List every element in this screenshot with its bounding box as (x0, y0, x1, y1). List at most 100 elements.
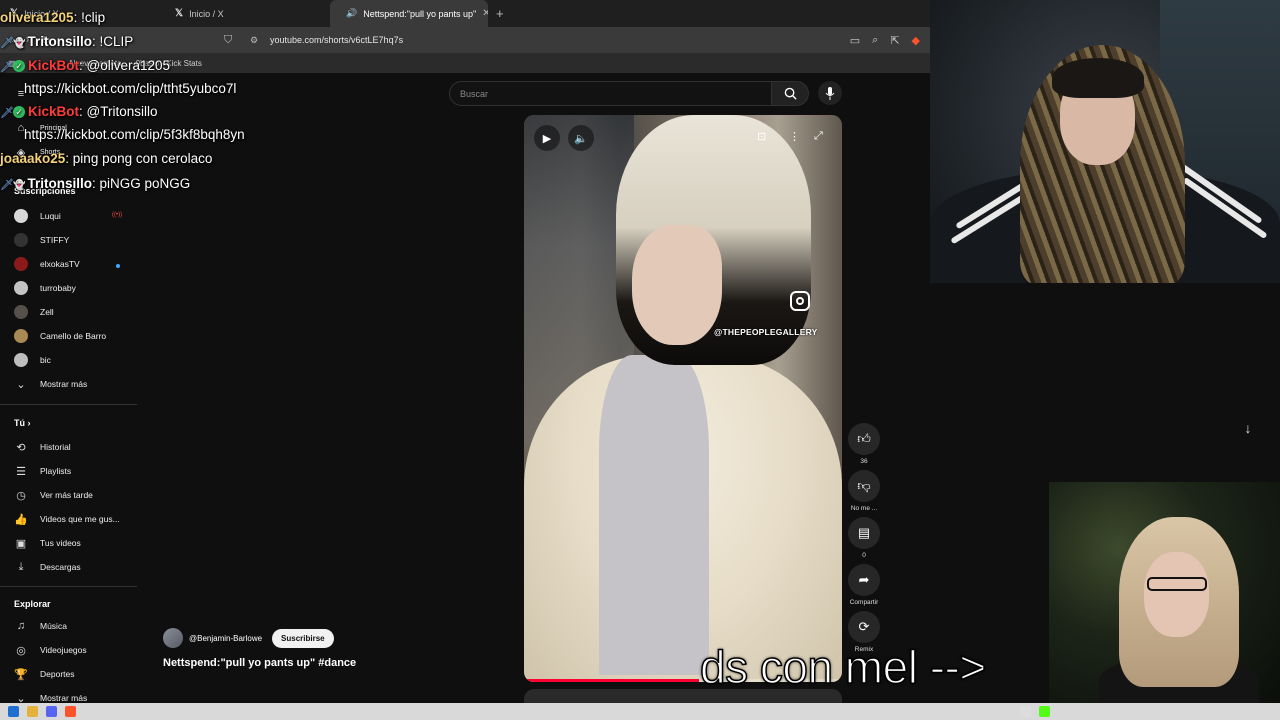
sidebar-item-watch-later[interactable]: ◷ Ver más tarde (14, 486, 93, 504)
address-bar: ‹ › ↻ ⛉ ⚙ youtube.com/shorts/v6ctLE7hq7s… (0, 27, 930, 53)
tab-x-2[interactable]: 𝕏 Inicio / X (165, 0, 330, 27)
sidebar-item-downloads[interactable]: ⤓ Descargas (14, 558, 81, 576)
youtube-page: ≡ ⌂ Principal ◈ Shorts Suscripciones Luq… (0, 73, 930, 705)
more-options-icon[interactable]: ⋮ (789, 130, 800, 143)
sidebar-item-camello[interactable]: Camello de Barro (14, 327, 106, 345)
search-button[interactable] (771, 81, 809, 106)
screen: 𝕏 Inicio / X 𝕏 Inicio / X 🔊 Nettspend:"p… (0, 0, 1280, 720)
sidebar-item-stiffy[interactable]: STIFFY (14, 231, 69, 249)
start-icon[interactable] (8, 706, 19, 717)
chat-text: : ping pong con cerolaco (65, 151, 213, 166)
short-video-player[interactable]: @THEPEOPLEGALLERY ▶ 🔈 ⊡ ⋮ ⤢ (524, 115, 842, 682)
sidebar: ≡ ⌂ Principal ◈ Shorts Suscripciones Luq… (0, 73, 140, 705)
comments-button[interactable]: ▤ 0 (846, 517, 882, 559)
tray-icon[interactable] (1020, 706, 1031, 717)
play-button[interactable]: ▶ (534, 125, 560, 151)
chevron-down-icon: ⌄ (16, 378, 26, 391)
captions-icon[interactable]: ⊡ (757, 130, 766, 143)
sidebar-item-label: Deportes (40, 669, 75, 679)
sidebar-item-playlists[interactable]: ☰ Playlists (14, 462, 71, 480)
sidebar-item-your-videos[interactable]: ▣ Tus videos (14, 534, 81, 552)
dislike-button[interactable]: 👎︎ No me ... (846, 470, 882, 512)
chat-username: Tritonsillo (27, 34, 92, 49)
search-icon (784, 87, 797, 100)
comment-icon: ▤ (857, 525, 871, 540)
mute-button[interactable]: 🔈 (568, 125, 594, 151)
new-content-dot (116, 264, 120, 268)
chat-text: https://kickbot.com/clip/ttht5yubco7l (24, 81, 237, 96)
chat-text: https://kickbot.com/clip/5f3kf8bqh8yn (24, 127, 245, 142)
sidebar-item-label: Tus videos (40, 538, 81, 548)
playlist-icon: ☰ (16, 465, 26, 478)
search-placeholder: Buscar (460, 89, 489, 99)
chat-text: : @olivera1205 (79, 58, 171, 73)
sidebar-item-label: Luqui (40, 211, 61, 221)
sidebar-item-label: Mostrar más (40, 379, 88, 389)
sword-badge-icon: 🗡 (0, 179, 14, 191)
chat-username: KickBot (28, 104, 80, 119)
sidebar-item-history[interactable]: ⟲ Historial (14, 438, 70, 456)
sidebar-item-liked[interactable]: 👍 Videos que me gus... (14, 510, 120, 528)
folder-icon[interactable] (27, 706, 38, 717)
show-more-subscriptions[interactable]: ⌄ Mostrar más (14, 375, 87, 393)
chat-message: 🗡✓ KickBot: @olivera1205 (0, 58, 170, 73)
discord-icon[interactable] (46, 706, 57, 717)
arrow-down-icon: ↓ (1244, 420, 1252, 436)
fullscreen-icon[interactable]: ⤢ (814, 130, 823, 143)
chat-username: KickBot (28, 58, 80, 73)
speaker-icon: 🔈 (574, 132, 588, 145)
brave-icon[interactable] (65, 706, 76, 717)
dislike-label: No me ... (850, 505, 878, 512)
url-field[interactable]: youtube.com/shorts/v6ctLE7hq7s (270, 35, 403, 45)
ghost-badge-icon: 👻 (13, 180, 26, 191)
download-icon: ⤓ (18, 560, 24, 573)
new-tab-button[interactable]: + (488, 6, 512, 21)
history-icon: ⟲ (16, 441, 26, 454)
tab-label: Inicio / X (189, 8, 224, 19)
webcam-hair (1052, 58, 1144, 98)
site-info-icon[interactable]: ⚙ (250, 35, 258, 46)
sidebar-item-zell[interactable]: Zell (14, 303, 54, 321)
you-section-title[interactable]: Tú › (14, 418, 31, 428)
sidebar-item-gaming[interactable]: ◎ Videojuegos (14, 641, 86, 659)
trophy-icon: 🏆 (14, 668, 28, 681)
sword-badge-icon: 🗡 (0, 37, 14, 49)
verified-badge-icon: ✓ (13, 106, 25, 118)
chat-message: 🗡👻 Tritonsillo: piNGG poNGG (0, 176, 190, 191)
bookmark-icon[interactable]: ⛉ (224, 34, 232, 47)
like-button[interactable]: 👍︎ 36 (846, 423, 882, 465)
explore-title: Explorar (14, 599, 51, 609)
gamepad-icon: ◎ (16, 644, 26, 657)
sidebar-item-label: Camello de Barro (40, 331, 107, 341)
sidebar-item-luqui[interactable]: Luqui (14, 207, 61, 225)
zoom-icon[interactable]: ⌕ (872, 34, 878, 47)
next-short-button[interactable]: ↓ (1236, 420, 1260, 444)
divider (0, 404, 137, 405)
search-input[interactable]: Buscar (449, 81, 772, 106)
tab-youtube-short[interactable]: 🔊 Nettspend:"pull yo pants up" ✕ (330, 0, 488, 27)
you-title-label: Tú (14, 418, 25, 428)
share-button[interactable]: ➦ Compartir (846, 564, 882, 606)
sidebar-item-turrobaby[interactable]: turrobaby (14, 279, 76, 297)
ghost-badge-icon: 👻 (13, 38, 26, 49)
chat-message: 🗡👻 Tritonsillo: !CLIP (0, 34, 133, 49)
channel-name[interactable]: @Benjamin-Barlowe (189, 634, 262, 643)
sidebar-item-label: Ver más tarde (40, 490, 93, 500)
chat-username: olivera1205 (0, 10, 74, 25)
sidebar-item-sports[interactable]: 🏆 Deportes (14, 665, 75, 683)
kick-icon[interactable] (1039, 706, 1050, 717)
sidebar-item-music[interactable]: ♫ Música (14, 617, 67, 635)
voice-search-button[interactable] (818, 81, 842, 105)
cast-icon[interactable]: ▭ (850, 34, 860, 47)
chat-username: Tritonsillo (27, 176, 92, 191)
brave-icon[interactable]: ◆ (912, 34, 920, 47)
sidebar-item-bic[interactable]: bic (14, 351, 51, 369)
thumbs-down-icon: 👎︎ (857, 478, 871, 493)
sidebar-item-elxokastv[interactable]: elxokasTV (14, 255, 80, 273)
share-icon[interactable]: ⇱ (890, 34, 899, 47)
subscribe-button[interactable]: Suscribirse (272, 628, 334, 648)
avatar (14, 281, 28, 295)
channel-avatar[interactable] (163, 628, 183, 648)
clock-icon: ◷ (16, 489, 26, 502)
avatar (14, 233, 28, 247)
